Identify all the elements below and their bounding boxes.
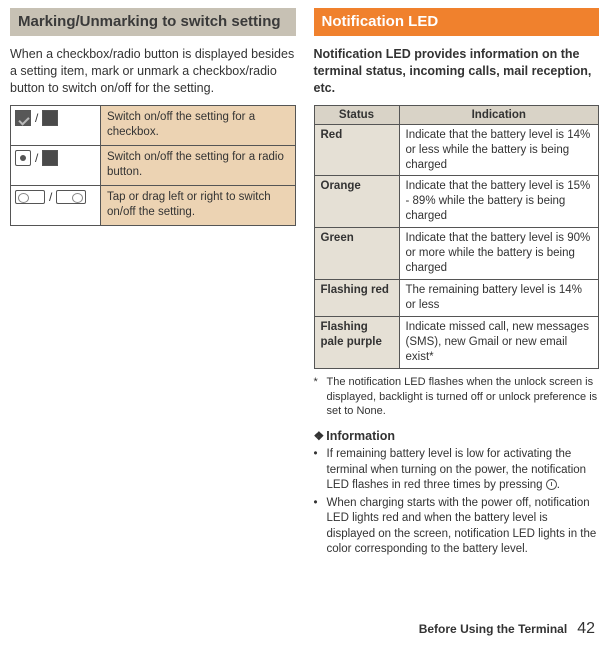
table-row: Green Indicate that the battery level is… [314, 228, 599, 280]
slash-icon: / [35, 151, 38, 165]
status-label: Flashing pale purple [314, 316, 399, 368]
status-header: Status [314, 105, 399, 124]
table-row: / Tap or drag left or right to switch on… [11, 185, 296, 225]
information-title: Information [326, 429, 395, 443]
bullet-icon: • [314, 496, 322, 558]
footnote-mark: * [314, 375, 322, 420]
radio-icons-cell: / [11, 145, 101, 185]
slash-icon: / [35, 111, 38, 125]
footnote-text: The notification LED flashes when the un… [327, 375, 600, 420]
info-item-text: When charging starts with the power off,… [327, 496, 600, 558]
page-footer: Before Using the Terminal 42 [0, 620, 609, 642]
switch-on-icon [15, 190, 45, 204]
status-indication: The remaining battery level is 14% or le… [399, 280, 599, 317]
status-label: Orange [314, 176, 399, 228]
power-button-icon [546, 479, 557, 490]
radio-on-icon [15, 150, 31, 166]
table-row: Orange Indicate that the battery level i… [314, 176, 599, 228]
status-label: Flashing red [314, 280, 399, 317]
section-header-marking: Marking/Unmarking to switch setting [10, 8, 296, 36]
info-item: • If remaining battery level is low for … [314, 447, 600, 494]
status-table: Status Indication Red Indicate that the … [314, 105, 600, 369]
status-label: Red [314, 124, 399, 176]
table-row: Red Indicate that the battery level is 1… [314, 124, 599, 176]
slash-icon: / [49, 190, 52, 204]
table-row: / Switch on/off the setting for a checkb… [11, 105, 296, 145]
footer-label: Before Using the Terminal [419, 622, 567, 636]
footnote: * The notification LED flashes when the … [314, 375, 600, 420]
switch-desc: Tap or drag left or right to switch on/o… [101, 185, 296, 225]
bullet-icon: • [314, 447, 322, 494]
table-row: Flashing red The remaining battery level… [314, 280, 599, 317]
status-indication: Indicate missed call, new messages (SMS)… [399, 316, 599, 368]
table-row: Flashing pale purple Indicate missed cal… [314, 316, 599, 368]
info-item-text: If remaining battery level is low for ac… [327, 447, 600, 494]
checkbox-off-icon [42, 110, 58, 126]
page-number: 42 [577, 620, 595, 638]
status-indication: Indicate that the battery level is 90% o… [399, 228, 599, 280]
switch-icons-cell: / [11, 185, 101, 225]
status-indication: Indicate that the battery level is 14% o… [399, 124, 599, 176]
page: Marking/Unmarking to switch setting When… [0, 0, 609, 620]
led-intro: Notification LED provides information on… [314, 46, 600, 97]
radio-off-icon [42, 150, 58, 166]
section-header-led: Notification LED [314, 8, 600, 36]
indication-header: Indication [399, 105, 599, 124]
table-row: / Switch on/off the setting for a radio … [11, 145, 296, 185]
information-heading: ❖Information [314, 429, 600, 443]
checkbox-desc: Switch on/off the setting for a checkbox… [101, 105, 296, 145]
switch-off-icon [56, 190, 86, 204]
left-column: Marking/Unmarking to switch setting When… [10, 8, 296, 614]
status-indication: Indicate that the battery level is 15% -… [399, 176, 599, 228]
checkbox-on-icon [15, 110, 31, 126]
info-item: • When charging starts with the power of… [314, 496, 600, 558]
info-item-text-tail: . [557, 479, 560, 491]
table-header-row: Status Indication [314, 105, 599, 124]
right-column: Notification LED Notification LED provid… [314, 8, 600, 614]
status-label: Green [314, 228, 399, 280]
checkbox-icons-cell: / [11, 105, 101, 145]
setting-table: / Switch on/off the setting for a checkb… [10, 105, 296, 226]
radio-desc: Switch on/off the setting for a radio bu… [101, 145, 296, 185]
diamond-icon: ❖ [314, 429, 325, 443]
marking-intro: When a checkbox/radio button is displaye… [10, 46, 296, 97]
